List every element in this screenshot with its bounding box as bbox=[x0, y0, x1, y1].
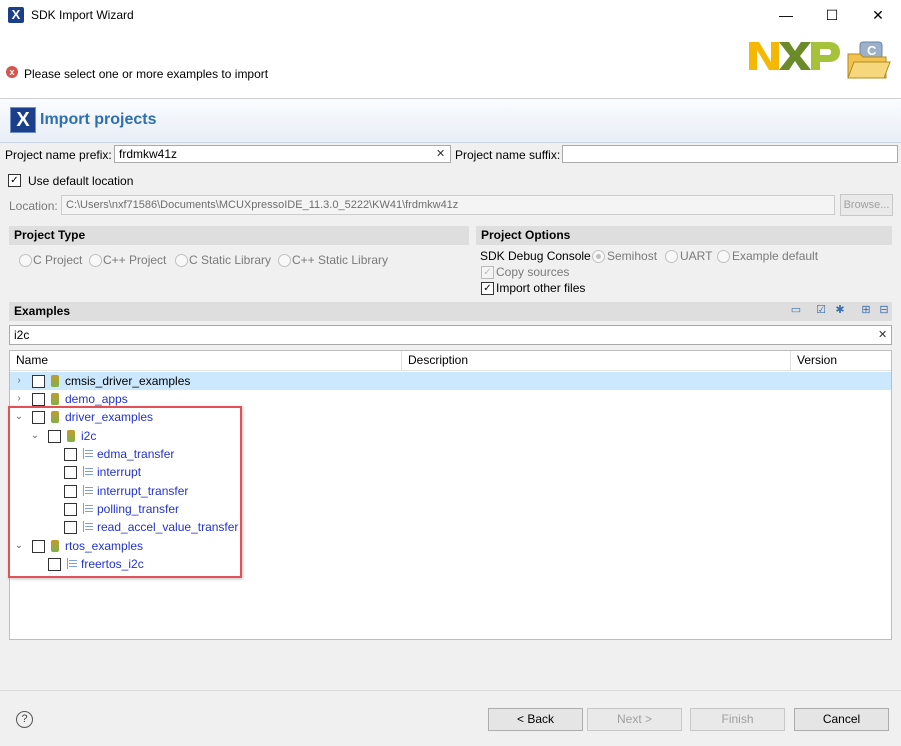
debug-console-label: SDK Debug Console bbox=[480, 249, 591, 263]
clear-prefix-icon[interactable]: ✕ bbox=[436, 147, 445, 160]
radio-example-default-label: Example default bbox=[732, 249, 819, 263]
suffix-label: Project name suffix: bbox=[455, 148, 561, 162]
page-title: Import projects bbox=[40, 111, 157, 128]
radio-cpp-static-library[interactable] bbox=[278, 254, 291, 267]
close-button[interactable]: ✕ bbox=[855, 0, 901, 31]
radio-uart[interactable] bbox=[665, 250, 678, 263]
next-button[interactable]: Next > bbox=[587, 708, 682, 731]
radio-c-project-label: C Project bbox=[33, 253, 83, 267]
expand-all-icon[interactable]: ⊞ bbox=[860, 304, 872, 316]
column-description[interactable]: Description bbox=[402, 351, 791, 370]
radio-example-default[interactable] bbox=[717, 250, 730, 263]
import-icon[interactable]: ▭ bbox=[790, 304, 802, 316]
use-default-location-checkbox[interactable]: ✓ bbox=[8, 174, 21, 187]
prefix-value: frdmkw41z bbox=[119, 147, 178, 161]
project-options-heading: Project Options bbox=[476, 226, 892, 245]
highlight-annotation bbox=[8, 406, 242, 578]
error-message: Please select one or more examples to im… bbox=[24, 67, 269, 81]
prefix-input[interactable]: frdmkw41z bbox=[114, 145, 451, 163]
location-label: Location: bbox=[9, 199, 58, 213]
minimize-button[interactable]: — bbox=[763, 0, 809, 31]
radio-uart-label: UART bbox=[680, 249, 713, 263]
example-filter-value: i2c bbox=[14, 328, 30, 342]
cancel-button[interactable]: Cancel bbox=[794, 708, 889, 731]
radio-c-static-library[interactable] bbox=[175, 254, 188, 267]
radio-cpp-project[interactable] bbox=[89, 254, 102, 267]
use-default-location-label: Use default location bbox=[28, 174, 134, 188]
example-filter-input[interactable]: i2c bbox=[9, 325, 892, 345]
checkbox-demo-apps[interactable] bbox=[32, 393, 45, 406]
help-icon[interactable]: ? bbox=[16, 711, 33, 728]
app-icon: X bbox=[8, 7, 24, 23]
copy-sources-checkbox[interactable]: ✓ bbox=[481, 266, 494, 279]
suffix-input[interactable] bbox=[562, 145, 898, 163]
expand-cmsis-driver-examples-icon[interactable]: › bbox=[14, 372, 24, 390]
back-button[interactable]: < Back bbox=[488, 708, 583, 731]
collapse-all-icon[interactable]: ⊟ bbox=[878, 304, 890, 316]
browse-button[interactable]: Browse... bbox=[840, 194, 893, 216]
radio-c-project[interactable] bbox=[19, 254, 32, 267]
location-input[interactable]: C:\Users\nxf71586\Documents\MCUXpressoID… bbox=[61, 195, 835, 215]
radio-semihost[interactable] bbox=[592, 250, 605, 263]
radio-cpp-project-label: C++ Project bbox=[103, 253, 167, 267]
import-other-files-checkbox[interactable]: ✓ bbox=[481, 282, 494, 295]
nxp-logo bbox=[749, 42, 840, 70]
finish-button[interactable]: Finish bbox=[690, 708, 785, 731]
import-projects-icon: X bbox=[10, 107, 36, 133]
folder-letter: C bbox=[867, 43, 877, 58]
footer-divider bbox=[0, 690, 901, 691]
maximize-button[interactable]: ☐ bbox=[809, 0, 855, 31]
uncheck-all-icon[interactable]: ✱ bbox=[834, 304, 846, 316]
location-value: C:\Users\nxf71586\Documents\MCUXpressoID… bbox=[66, 199, 459, 211]
checkbox-cmsis-driver-examples[interactable] bbox=[32, 375, 45, 388]
window-title: SDK Import Wizard bbox=[31, 8, 134, 22]
column-version[interactable]: Version bbox=[791, 351, 891, 370]
package-icon bbox=[51, 375, 59, 387]
radio-c-static-library-label: C Static Library bbox=[189, 253, 272, 267]
radio-cpp-static-library-label: C++ Static Library bbox=[292, 253, 389, 267]
import-other-files-label: Import other files bbox=[496, 281, 586, 295]
package-icon bbox=[51, 393, 59, 405]
radio-semihost-label: Semihost bbox=[607, 249, 658, 263]
tree-item-cmsis-driver-examples[interactable]: cmsis_driver_examples bbox=[65, 372, 190, 390]
clear-filter-icon[interactable]: ✕ bbox=[878, 328, 887, 341]
project-type-heading: Project Type bbox=[9, 226, 469, 245]
check-all-icon[interactable]: ☑ bbox=[815, 304, 827, 316]
copy-sources-label: Copy sources bbox=[496, 265, 570, 279]
folder-icon: C bbox=[847, 41, 891, 79]
examples-heading: Examples bbox=[9, 302, 892, 321]
column-name[interactable]: Name bbox=[10, 351, 402, 370]
header-divider bbox=[10, 370, 891, 371]
error-icon: x bbox=[6, 66, 18, 78]
prefix-label: Project name prefix: bbox=[5, 148, 112, 162]
